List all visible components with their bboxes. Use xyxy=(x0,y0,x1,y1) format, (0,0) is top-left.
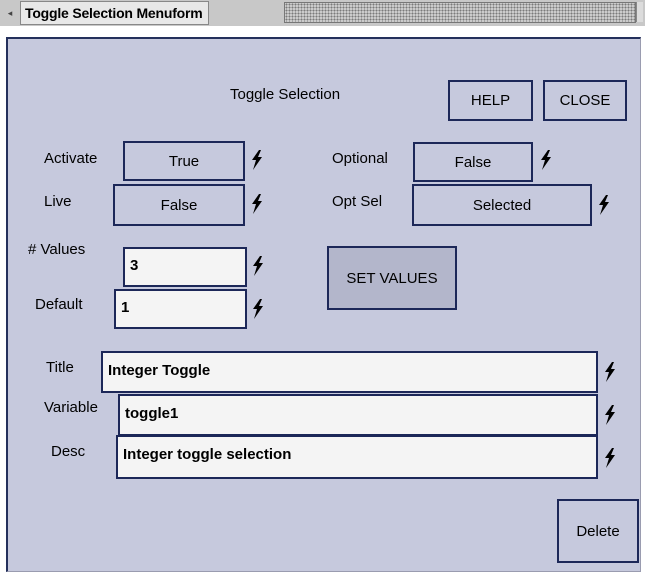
title-bar[interactable]: ◂ Toggle Selection Menuform xyxy=(0,0,645,26)
live-lightning-bolt-icon[interactable] xyxy=(250,194,264,214)
help-button[interactable]: HELP xyxy=(448,80,533,121)
title-label: Title xyxy=(46,359,74,376)
live-label: Live xyxy=(44,193,72,210)
desc-lightning-bolt-icon[interactable] xyxy=(603,448,617,468)
title-lightning-bolt-icon[interactable] xyxy=(603,362,617,382)
form-panel: Toggle Selection HELP CLOSE Activate Tru… xyxy=(6,37,641,572)
num-values-lightning-bolt-icon[interactable] xyxy=(251,256,265,276)
num-values-input[interactable]: 3 xyxy=(123,247,247,287)
activate-toggle[interactable]: True xyxy=(123,141,245,181)
desc-label: Desc xyxy=(51,443,86,460)
num-values-label: # Values xyxy=(28,241,86,258)
menuform-window: ◂ Toggle Selection Menuform Toggle Selec… xyxy=(0,0,645,574)
window-title: Toggle Selection Menuform xyxy=(20,1,209,25)
default-lightning-bolt-icon[interactable] xyxy=(251,299,265,319)
activate-label: Activate xyxy=(44,150,98,167)
opt-sel-toggle[interactable]: Selected xyxy=(412,184,592,226)
activate-lightning-bolt-icon[interactable] xyxy=(250,150,264,170)
opt-sel-lightning-bolt-icon[interactable] xyxy=(597,195,611,215)
title-input[interactable]: Integer Toggle xyxy=(101,351,598,393)
delete-button[interactable]: Delete xyxy=(557,499,639,563)
optional-label: Optional xyxy=(332,150,388,167)
variable-input[interactable]: toggle1 xyxy=(118,394,598,436)
set-values-button[interactable]: SET VALUES xyxy=(327,246,457,310)
minimize-icon[interactable]: ◂ xyxy=(2,5,18,21)
optional-lightning-bolt-icon[interactable] xyxy=(539,150,553,170)
desc-input[interactable]: Integer toggle selection xyxy=(116,435,598,479)
close-button[interactable]: CLOSE xyxy=(543,80,627,121)
opt-sel-label: Opt Sel xyxy=(332,193,383,210)
variable-lightning-bolt-icon[interactable] xyxy=(603,405,617,425)
default-label: Default xyxy=(35,296,83,313)
title-bar-edge xyxy=(636,2,643,22)
live-toggle[interactable]: False xyxy=(113,184,245,226)
default-input[interactable]: 1 xyxy=(114,289,247,329)
optional-toggle[interactable]: False xyxy=(413,142,533,182)
variable-label: Variable xyxy=(44,399,98,416)
form-heading: Toggle Selection xyxy=(230,86,341,103)
title-bar-grip[interactable] xyxy=(284,2,636,23)
